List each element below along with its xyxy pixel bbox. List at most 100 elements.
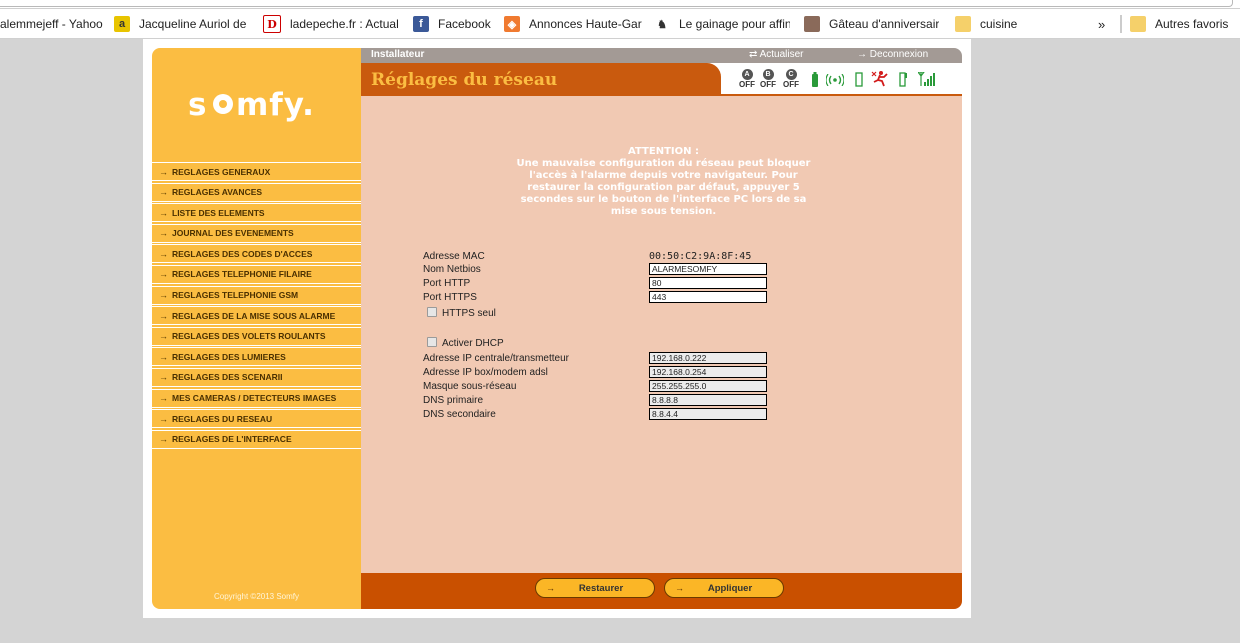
nav-item-interface[interactable]: → REGLAGES DE L'INTERFACE <box>152 429 361 449</box>
footer-bar <box>361 573 962 609</box>
logout-link[interactable]: → Deconnexion <box>857 49 928 60</box>
subnet-mask-label: Masque sous-réseau <box>423 381 517 392</box>
ladepeche-icon: D <box>263 15 281 33</box>
bookmarks-overflow-button[interactable]: » <box>1098 15 1112 33</box>
zone-c-status: C OFF <box>783 69 799 89</box>
zone-b-icon: B <box>762 69 774 80</box>
https-port-label: Port HTTPS <box>423 292 477 303</box>
gsm-signal-icon <box>918 72 935 86</box>
nav-item-mise-sous-alarme[interactable]: → REGLAGES DE LA MISE SOUS ALARME <box>152 306 361 326</box>
arrow-right-icon: → <box>159 207 168 218</box>
netbios-input[interactable] <box>649 263 767 275</box>
dhcp-checkbox[interactable] <box>427 337 437 347</box>
nav-item-codes-acces[interactable]: → REGLAGES DES CODES D'ACCES <box>152 244 361 264</box>
title-tab: Réglages du réseau <box>361 63 721 96</box>
dhcp-label: Activer DHCP <box>442 338 504 349</box>
arrow-right-icon: → <box>159 331 168 342</box>
nav-item-reseau[interactable]: → REGLAGES DU RESEAU <box>152 409 361 429</box>
warning-title: ATTENTION : <box>628 146 699 157</box>
facebook-icon: f <box>413 16 429 32</box>
dhcp-row[interactable]: Activer DHCP <box>427 337 504 349</box>
radio-signal-icon <box>826 74 844 86</box>
arrow-right-icon: → <box>159 187 168 198</box>
gateway-input[interactable] <box>649 366 767 378</box>
mac-value: 00:50:C2:9A:8F:45 <box>649 251 752 262</box>
nav-item-telephonie-filaire[interactable]: → REGLAGES TELEPHONIE FILAIRE <box>152 264 361 284</box>
warning-message: ATTENTION : Une mauvaise configuration d… <box>511 146 816 218</box>
arrow-right-icon: → <box>675 583 684 593</box>
bookmark-gainage[interactable]: ♞ Le gainage pour affin <box>654 15 790 33</box>
copyright: Copyright ©2013 Somfy <box>213 592 300 601</box>
somfy-logo-mark: s mfy. <box>188 87 315 123</box>
user-role: Installateur <box>371 49 425 60</box>
zone-c-icon: C <box>785 69 797 80</box>
nav-item-reglages-avances[interactable]: → REGLAGES AVANCES <box>152 182 361 202</box>
nav-item-volets-roulants[interactable]: → REGLAGES DES VOLETS ROULANTS <box>152 326 361 346</box>
https-port-input[interactable] <box>649 291 767 303</box>
http-port-input[interactable] <box>649 277 767 289</box>
zone-a-status: A OFF <box>739 69 755 89</box>
page-title: Réglages du réseau <box>371 70 558 90</box>
nav-item-scenarii[interactable]: → REGLAGES DES SCENARII <box>152 367 361 387</box>
refresh-icon: ⇄ <box>749 49 760 60</box>
dns-primary-input[interactable] <box>649 394 767 406</box>
folder-icon <box>955 16 971 32</box>
gateway-label: Adresse IP box/modem adsl <box>423 367 548 378</box>
apply-button[interactable]: → Appliquer <box>664 578 784 598</box>
bookmarks-bar: alemmejeff - Yahoo a Jacqueline Auriol d… <box>0 9 1240 39</box>
arrow-right-icon: → <box>857 49 870 60</box>
bookmark-jacqueline[interactable]: a Jacqueline Auriol de <box>114 15 248 33</box>
nav-item-cameras-detecteurs[interactable]: → MES CAMERAS / DETECTEURS IMAGES <box>152 388 361 408</box>
door-icon <box>855 72 863 87</box>
bookmark-annonces[interactable]: ◈ Annonces Haute-Gar <box>504 15 642 33</box>
ip-label: Adresse IP centrale/transmetteur <box>423 353 569 364</box>
http-port-label: Port HTTP <box>423 278 471 289</box>
zone-b-status: B OFF <box>760 69 776 89</box>
arrow-right-icon: → <box>159 228 168 239</box>
warning-body: Une mauvaise configuration du réseau peu… <box>516 158 811 217</box>
arrow-right-icon: → <box>159 393 168 404</box>
nav-item-telephonie-gsm[interactable]: → REGLAGES TELEPHONIE GSM <box>152 285 361 305</box>
bookmark-cuisine[interactable]: cuisine <box>955 15 1035 33</box>
somfy-logo: s mfy. <box>188 84 318 124</box>
nav-item-reglages-generaux[interactable]: → REGLAGES GENERAUX <box>152 162 361 181</box>
folder-icon <box>1130 16 1146 32</box>
ip-input[interactable] <box>649 352 767 364</box>
arrow-right-icon: → <box>159 372 168 383</box>
gateau-icon <box>804 16 820 32</box>
arrow-right-icon: → <box>159 269 168 280</box>
dns-secondary-input[interactable] <box>649 408 767 420</box>
bookmark-facebook[interactable]: f Facebook <box>413 15 495 33</box>
dns-primary-label: DNS primaire <box>423 395 484 406</box>
nav-item-journal-evenements[interactable]: → JOURNAL DES EVENEMENTS <box>152 223 361 243</box>
subnet-mask-input[interactable] <box>649 380 767 392</box>
bookmarks-divider <box>1120 15 1122 33</box>
tamper-icon <box>899 72 907 87</box>
site-icon: a <box>114 16 130 32</box>
bookmark-gateau[interactable]: Gâteau d'anniversair <box>804 15 943 33</box>
https-only-checkbox[interactable] <box>427 307 437 317</box>
bookmark-other-favorites[interactable]: Autres favoris <box>1130 15 1240 33</box>
dns-secondary-label: DNS secondaire <box>423 409 496 420</box>
zone-a-icon: A <box>741 69 753 80</box>
arrow-right-icon: → <box>159 413 168 424</box>
restore-button[interactable]: → Restaurer <box>535 578 655 598</box>
bookmark-ladepeche[interactable]: D ladepeche.fr : Actual <box>263 15 399 33</box>
arrow-right-icon: → <box>159 166 168 177</box>
arrow-right-icon: → <box>159 434 168 445</box>
svg-text:mfy.: mfy. <box>236 87 315 123</box>
nav-item-liste-elements[interactable]: → LISTE DES ELEMENTS <box>152 203 361 223</box>
annonces-icon: ◈ <box>504 16 520 32</box>
https-only-label: HTTPS seul <box>442 308 496 319</box>
address-bar-edge <box>0 0 1240 9</box>
bookmark-yahoo[interactable]: alemmejeff - Yahoo <box>0 15 103 33</box>
nav-item-lumieres[interactable]: → REGLAGES DES LUMIERES <box>152 347 361 367</box>
sidebar-nav: → REGLAGES GENERAUX → REGLAGES AVANCES → LI… <box>152 162 361 449</box>
refresh-link[interactable]: ⇄ Actualiser <box>749 49 804 60</box>
status-area: A OFF B OFF C OFF <box>721 63 962 96</box>
svg-text:s: s <box>188 87 207 123</box>
arrow-right-icon: → <box>159 310 168 321</box>
gainage-icon: ♞ <box>654 16 670 32</box>
arrow-right-icon: → <box>159 290 168 301</box>
https-only-row[interactable]: HTTPS seul <box>427 307 496 319</box>
